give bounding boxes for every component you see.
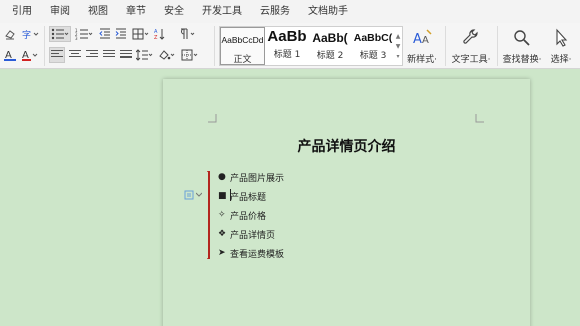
list-item-text: 产品详情页: [230, 230, 276, 241]
new-style-label: 新样式·: [407, 55, 437, 65]
style-name: 标题 1: [273, 50, 301, 60]
list-item[interactable]: ✧ 产品价格: [218, 207, 266, 223]
style-sample: AaBbC(: [353, 32, 393, 44]
show-marks-icon[interactable]: [177, 26, 197, 42]
chinese-layout-icon[interactable]: [131, 26, 151, 42]
menu-section[interactable]: 章节: [116, 0, 154, 23]
list-item-text: 产品价格: [230, 211, 267, 222]
svg-text:3: 3: [75, 36, 78, 40]
style-normal[interactable]: AaBbCcDd 正文: [220, 27, 265, 65]
find-replace-label: 查找替换·: [502, 55, 542, 65]
list-item-text: 产品标题: [230, 192, 267, 203]
border-icon[interactable]: [180, 47, 200, 63]
clear-format-icon[interactable]: [2, 26, 18, 42]
chevron-down-icon: [196, 192, 202, 197]
list-item[interactable]: ❖ 产品详情页: [218, 226, 275, 242]
text-tools-label: 文字工具·: [451, 55, 491, 65]
ribbon-toolbar: 字 A A 123 AZ AaBbCcDd 正文 AaBb 标题 1 AaBb(…: [0, 23, 580, 69]
menu-cloud-service[interactable]: 云服务: [250, 0, 298, 23]
increase-indent-icon[interactable]: [114, 26, 128, 42]
bullet-marker: ■: [218, 191, 227, 201]
select-button[interactable]: 选择·: [546, 28, 576, 65]
bullet-marker: ➤: [218, 248, 226, 258]
new-style-button[interactable]: AA 新样式·: [405, 28, 439, 65]
style-sample: AaBbCcDd: [221, 35, 264, 45]
chevron-up-icon[interactable]: ▲: [396, 33, 401, 40]
line-spacing-icon[interactable]: [135, 47, 155, 63]
style-name: 标题 2: [316, 51, 344, 61]
menu-security[interactable]: 安全: [154, 0, 192, 23]
numbered-list-button[interactable]: 123: [73, 26, 95, 42]
svg-text:A: A: [422, 35, 429, 46]
list-item[interactable]: ● 产品图片展示: [218, 169, 284, 185]
svg-text:A: A: [413, 32, 422, 47]
menu-developer-tools[interactable]: 开发工具: [192, 0, 250, 23]
text-cursor: [230, 189, 231, 201]
find-replace-button[interactable]: 查找替换·: [501, 28, 543, 65]
menu-review[interactable]: 审阅: [40, 0, 78, 23]
paragraph-tool-icon: [184, 190, 194, 200]
list-item-text: 查看运费模板: [230, 249, 285, 260]
select-label: 选择·: [550, 55, 572, 65]
document-title: 产品详情页介绍: [297, 139, 396, 155]
justify-button[interactable]: [101, 47, 117, 63]
paragraph-layout-tool[interactable]: [184, 190, 202, 200]
style-heading-2[interactable]: AaBb( 标题 2: [309, 27, 351, 65]
bullet-list-button[interactable]: [49, 26, 71, 42]
distributed-align-button[interactable]: [118, 47, 134, 63]
styles-scroll[interactable]: ▲ ▼ ▾: [394, 28, 402, 64]
margin-corner-mark: [208, 114, 217, 123]
font-effect-icon[interactable]: A: [20, 47, 40, 63]
shading-icon[interactable]: [157, 47, 177, 63]
document-page[interactable]: 产品详情页介绍 ● 产品图片展示 ■ 产品标题 ✧ 产品价格 ❖ 产品详情页 ➤…: [163, 79, 530, 326]
search-icon: [514, 30, 530, 46]
list-item[interactable]: ■ 产品标题: [218, 188, 266, 204]
style-heading-1[interactable]: AaBb 标题 1: [266, 27, 308, 65]
menu-bar: 引用 审阅 视图 章节 安全 开发工具 云服务 文档助手: [0, 0, 580, 23]
font-color-icon[interactable]: A: [2, 47, 18, 63]
align-center-button[interactable]: [67, 47, 83, 63]
style-name: 正文: [233, 55, 252, 65]
align-right-button[interactable]: [84, 47, 100, 63]
chevron-down-icon[interactable]: ▼: [396, 43, 401, 50]
svg-text:Z: Z: [154, 35, 158, 40]
menu-references[interactable]: 引用: [0, 0, 40, 23]
style-sample: AaBb: [267, 28, 307, 45]
sort-icon[interactable]: AZ: [153, 26, 173, 42]
menu-document-assistant[interactable]: 文档助手: [298, 0, 356, 23]
bullet-marker: ✧: [218, 210, 226, 220]
svg-text:字: 字: [22, 29, 31, 40]
margin-corner-mark: [475, 114, 484, 123]
decrease-indent-icon[interactable]: [98, 26, 112, 42]
style-heading-3[interactable]: AaBbC( 标题 3: [352, 27, 394, 65]
more-styles-icon[interactable]: ▾: [396, 53, 399, 60]
style-name: 标题 3: [359, 51, 387, 61]
menu-view[interactable]: 视图: [78, 0, 116, 23]
phonetic-guide-icon[interactable]: 字: [20, 26, 40, 42]
list-item[interactable]: ➤ 查看运费模板: [218, 245, 284, 261]
style-sample: AaBb(: [312, 31, 348, 45]
bullet-marker: ❖: [218, 229, 227, 239]
cursor-arrow-icon: [556, 28, 568, 47]
align-left-button[interactable]: [49, 47, 65, 63]
new-style-icon: AA: [413, 29, 432, 47]
bullet-marker: ●: [218, 172, 226, 182]
text-tools-button[interactable]: 文字工具·: [450, 28, 492, 65]
list-item-text: 产品图片展示: [230, 173, 285, 184]
revision-bar: [207, 171, 210, 259]
wrench-icon: [463, 29, 478, 44]
